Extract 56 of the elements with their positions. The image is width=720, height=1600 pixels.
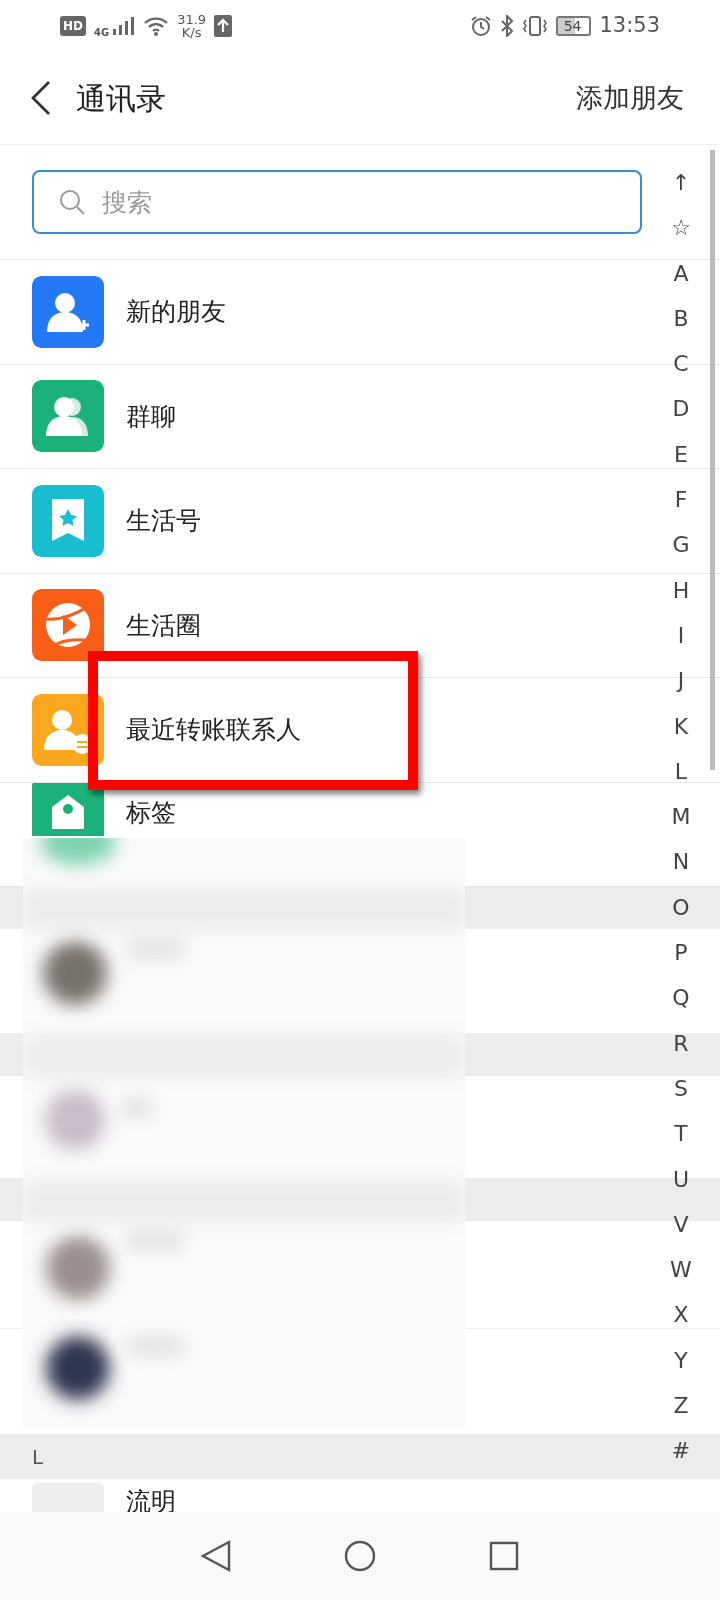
home-icon[interactable] xyxy=(343,1539,377,1573)
status-time: 13:53 xyxy=(599,12,660,40)
section-header: L xyxy=(32,1444,44,1471)
bluetooth-icon xyxy=(499,15,514,37)
speed-value: 31.9 xyxy=(177,13,207,26)
index-letter[interactable]: U xyxy=(654,1156,708,1202)
index-letter[interactable]: ↑ xyxy=(654,160,708,206)
upload-icon xyxy=(214,15,233,37)
index-letter[interactable]: G xyxy=(654,522,708,568)
signal-icon xyxy=(111,15,136,37)
index-letter[interactable]: O xyxy=(654,884,708,931)
index-letter[interactable]: M xyxy=(654,794,708,840)
network-label: 4G xyxy=(94,25,110,40)
hd-badge: HD xyxy=(60,16,86,36)
index-letter[interactable]: L xyxy=(654,748,708,795)
menu-item[interactable]: 最近转账联系人 xyxy=(0,678,600,782)
back-button[interactable] xyxy=(30,80,52,116)
menu-item[interactable]: 群聊 xyxy=(0,364,600,468)
index-letter[interactable]: T xyxy=(654,1111,708,1157)
index-letter[interactable]: A xyxy=(654,250,708,296)
search-field[interactable]: 搜索 xyxy=(32,170,642,234)
index-letter[interactable]: B xyxy=(654,295,708,342)
index-letter[interactable]: P xyxy=(654,930,708,976)
index-letter[interactable]: K xyxy=(654,703,708,749)
wifi-icon xyxy=(143,15,170,37)
index-letter[interactable]: D xyxy=(654,386,708,432)
index-letter[interactable]: H xyxy=(654,567,708,613)
contact-item[interactable]: 流明 xyxy=(0,1479,600,1513)
index-letter[interactable]: ☆ xyxy=(654,205,708,251)
index-letter[interactable]: E xyxy=(654,431,708,478)
index-letter[interactable]: S xyxy=(654,1065,708,1112)
speed-unit: K/s xyxy=(180,26,203,39)
menu-item[interactable]: 生活圈 xyxy=(0,573,600,677)
alarm-icon xyxy=(469,15,492,37)
index-letter[interactable]: J xyxy=(654,658,708,704)
vibrate-icon xyxy=(521,15,548,37)
index-letter[interactable]: Z xyxy=(654,1383,708,1429)
index-letter[interactable]: I xyxy=(654,612,708,659)
index-letter[interactable]: V xyxy=(654,1201,708,1248)
recents-icon[interactable] xyxy=(487,1539,521,1573)
index-letter[interactable]: # xyxy=(654,1428,708,1474)
search-icon xyxy=(58,188,86,216)
index-letter[interactable]: C xyxy=(654,341,708,387)
page-title: 通讯录 xyxy=(76,79,166,118)
index-letter[interactable]: Q xyxy=(654,975,708,1021)
battery-indicator: 54 xyxy=(555,16,592,36)
back-icon[interactable] xyxy=(199,1539,233,1573)
add-friend-link[interactable]: 添加朋友 xyxy=(576,77,684,119)
index-letter[interactable]: W xyxy=(654,1247,708,1293)
index-letter[interactable]: Y xyxy=(654,1337,708,1383)
index-letter[interactable]: X xyxy=(654,1292,708,1338)
index-letter[interactable]: F xyxy=(654,477,708,523)
index-letter[interactable]: N xyxy=(654,839,708,885)
menu-item[interactable]: 生活号 xyxy=(0,469,600,573)
index-letter[interactable]: R xyxy=(654,1020,708,1066)
menu-item[interactable]: 新的朋友 xyxy=(0,260,600,364)
